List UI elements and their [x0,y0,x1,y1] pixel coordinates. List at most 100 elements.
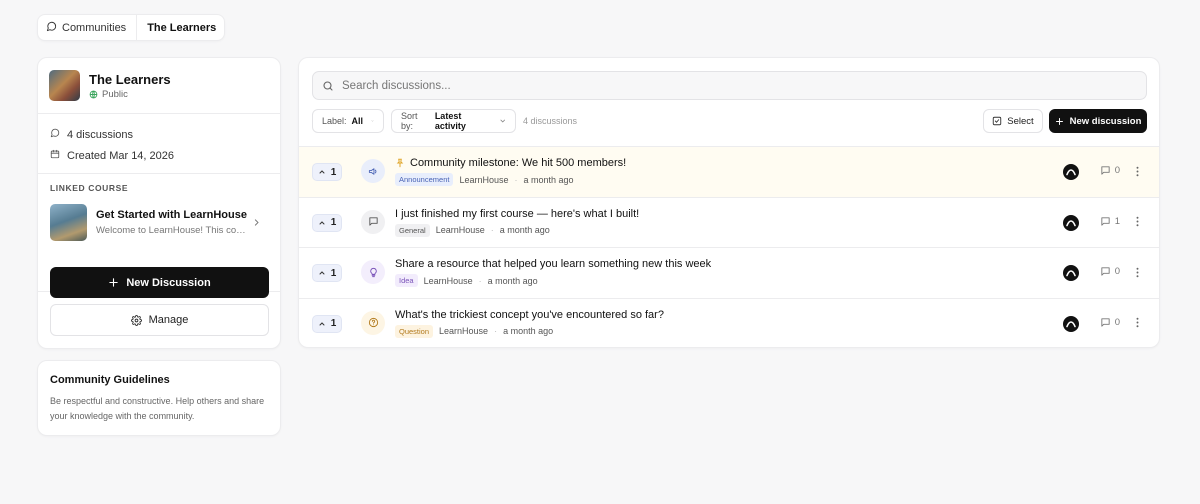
search-bar [312,71,1147,100]
guidelines-text: Be respectful and constructive. Help oth… [50,396,265,421]
created-date: Created Mar 14, 2026 [50,145,268,166]
select-button[interactable]: Select [983,109,1043,133]
new-discussion-button[interactable]: New Discussion [50,267,269,298]
comment-count: 0 [1100,266,1120,277]
linked-course-heading: LINKED COURSE [50,183,129,193]
more-options-icon[interactable] [1131,165,1143,177]
discussion-row[interactable]: 1 Share a resource that helped you learn… [299,247,1159,298]
breadcrumb-root-label: Communities [62,21,127,34]
vote-count: 1 [330,267,337,279]
discussions-panel: Label: All Sort by: Latest activity 4 di… [298,57,1160,348]
discussion-title[interactable]: Share a resource that helped you learn s… [395,258,711,270]
community-thumbnail [49,70,80,101]
message-icon [50,128,60,141]
breadcrumb-current-label: The Learners [147,21,217,34]
discussion-time: a month ago [523,174,574,185]
sort-dropdown[interactable]: Sort by: Latest activity [391,109,516,133]
manage-label: Manage [148,314,189,326]
course-name: Get Started with LearnHouse [96,209,247,221]
discussion-meta: General LearnHouse · a month ago [395,223,639,237]
author-avatar-icon [1063,265,1079,281]
author-avatar-icon [1063,315,1079,332]
globe-icon [89,90,98,98]
discussion-title-text: Community milestone: We hit 500 members! [410,157,627,169]
discussion-row[interactable]: 1 I just finished my first course — here… [299,196,1159,248]
chevron-up-icon [319,220,325,224]
course-thumbnail [50,204,87,241]
more-options-icon[interactable] [1131,317,1143,329]
author-avatar-icon [1063,164,1079,180]
search-input[interactable] [342,79,1146,92]
upvote-button[interactable]: 1 [312,314,342,333]
discussion-meta: Question LearnHouse · a month ago [395,324,664,338]
separator-dot: · [478,275,482,286]
megaphone-icon [361,159,385,183]
lightbulb-icon [361,260,385,284]
comment-icon [1101,317,1110,327]
discussion-tag: General [395,223,430,237]
discussion-author: LearnHouse [435,225,485,235]
discussion-title-text: I just finished my first course — here's… [395,207,640,220]
new-discussion-label: New Discussion [126,276,211,289]
comment-count: 0 [1100,317,1120,328]
plus-icon [1055,117,1063,125]
chevron-up-icon [319,170,325,174]
discussion-title[interactable]: Community milestone: We hit 500 members! [395,157,626,169]
discussion-row[interactable]: 1 Community milestone: We hit 500 member… [299,146,1159,197]
select-label: Select [1007,115,1034,127]
checkbox-icon [993,116,1002,126]
discussion-title[interactable]: I just finished my first course — here's… [395,208,639,220]
breadcrumb-communities-link[interactable]: Communities [38,15,138,40]
more-options-icon[interactable] [1131,266,1143,278]
discussion-time: a month ago [503,326,554,336]
message-icon [361,209,385,234]
new-discussion-top-button[interactable]: New discussion [1049,109,1147,133]
chevron-right-icon [254,219,259,226]
discussion-author: LearnHouse [459,174,509,185]
label-filter-dropdown[interactable]: Label: All [312,109,384,133]
help-circle-icon [361,310,385,335]
message-icon [46,21,57,35]
upvote-button[interactable]: 1 [312,163,342,181]
discussion-row[interactable]: 1 What's the trickiest concept you've en… [299,297,1159,349]
created-date-text: Created Mar 14, 2026 [67,149,175,162]
discussion-meta: Idea LearnHouse · a month ago [395,274,711,287]
breadcrumb: Communities The Learners [37,14,226,41]
sort-prefix: Sort by: [401,111,418,131]
manage-button[interactable]: Manage [50,304,269,336]
filter-bar: Label: All Sort by: Latest activity 4 di… [312,109,1147,133]
more-options-icon[interactable] [1131,216,1143,228]
comment-count-text: 0 [1114,165,1120,176]
discussions-count: 4 discussions [50,124,268,145]
discussion-list: 1 Community milestone: We hit 500 member… [299,146,1159,348]
vote-count: 1 [330,217,337,228]
discussion-time: a month ago [499,225,550,235]
linked-course-item[interactable]: Get Started with LearnHouse Welcome to L… [50,204,268,241]
discussion-title[interactable]: What's the trickiest concept you've enco… [395,309,664,321]
comment-count: 1 [1100,216,1120,227]
search-icon [323,80,333,91]
comment-count-text: 0 [1114,316,1120,328]
guidelines-card: Community Guidelines Be respectful and c… [37,360,281,436]
label-filter-value: All [351,116,364,126]
community-visibility: Public [89,89,171,100]
gear-icon [130,314,142,326]
discussion-author: LearnHouse [439,326,489,336]
discussions-count-text: 4 discussions [67,128,134,141]
community-sidebar-card: The Learners Public 4 discussions Create… [37,57,281,349]
discussion-tag: Idea [395,274,418,287]
upvote-button[interactable]: 1 [312,213,342,232]
visibility-label: Public [102,88,128,100]
discussion-meta: Announcement LearnHouse · a month ago [395,173,626,186]
upvote-button[interactable]: 1 [312,264,342,282]
calendar-icon [50,149,60,162]
comment-icon [1101,267,1110,276]
label-filter-prefix: Label: [322,116,347,126]
sort-value: Latest activity [434,111,466,131]
new-discussion-top-label: New discussion [1069,115,1142,127]
separator-dot: · [514,174,518,185]
discussion-tag: Announcement [395,173,454,186]
chevron-down-icon [500,119,505,123]
guidelines-title: Community Guidelines [50,374,170,386]
discussions-count-label: 4 discussions [523,116,578,126]
